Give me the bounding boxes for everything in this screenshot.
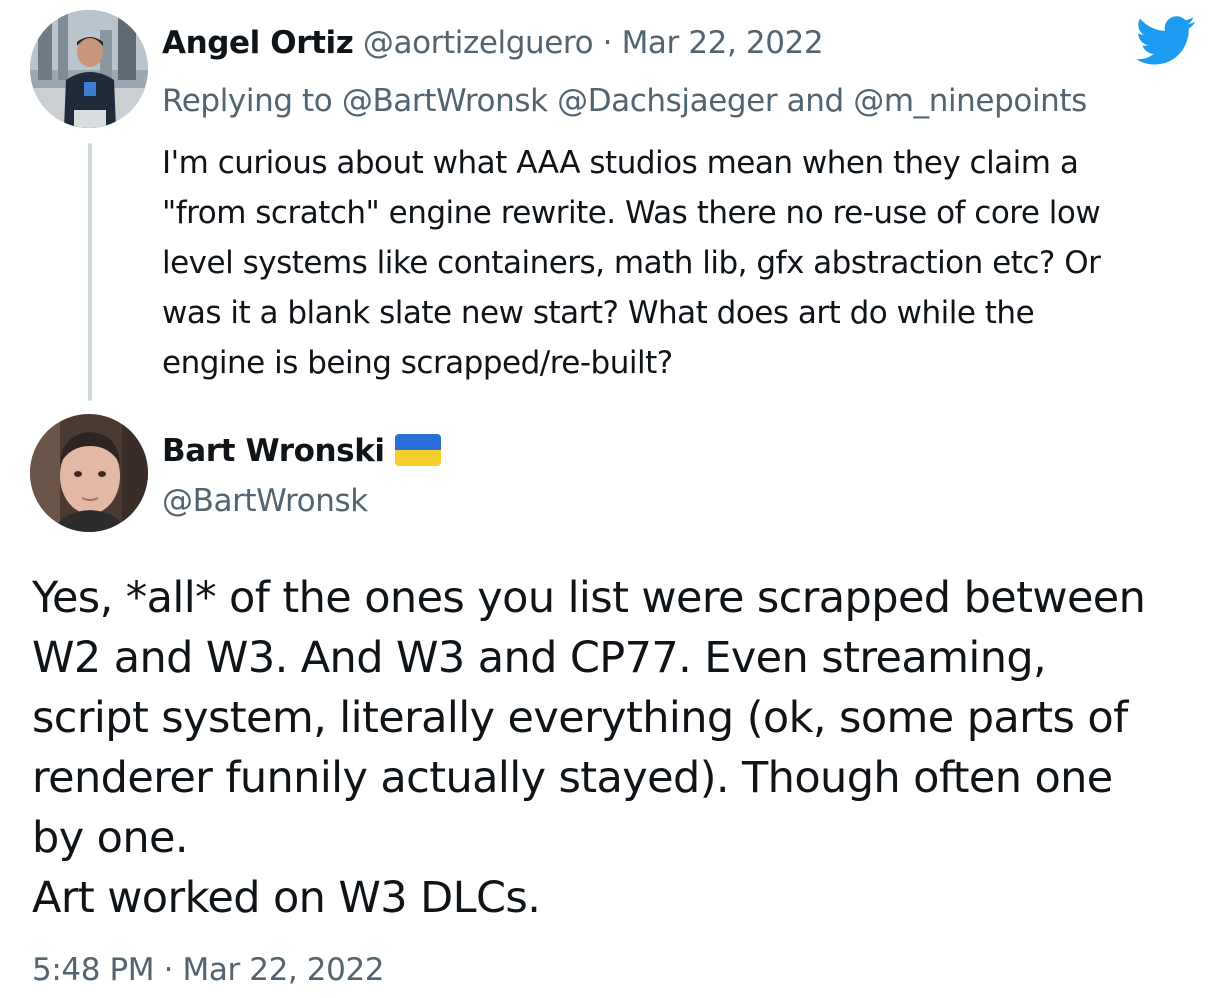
parent-tweet-date[interactable]: Mar 22, 2022 (622, 25, 824, 61)
parent-author-handle[interactable]: @aortizelguero (363, 25, 594, 61)
avatar-image-icon (30, 414, 148, 532)
replying-prefix: Replying to (162, 83, 333, 119)
main-tweet-text: Yes, *all* of the ones you list were scr… (32, 568, 1207, 928)
angel-ortiz-avatar[interactable] (30, 10, 148, 128)
main-text-line: by one. (32, 813, 189, 863)
main-text-line: script system, literally everything (ok,… (32, 693, 1128, 743)
avatar-image-icon (30, 10, 148, 128)
main-text-line: W2 and W3. And W3 and CP77. Even streami… (32, 633, 1047, 683)
main-text-line: Art worked on W3 DLCs. (32, 873, 541, 923)
thread-connector-line (88, 143, 92, 401)
main-author-name[interactable]: Bart Wronski (162, 433, 385, 469)
replying-targets[interactable]: @BartWronsk @Dachsjaeger and @m_ninepoin… (342, 83, 1087, 119)
main-tweet-timestamp[interactable]: 5:48 PM · Mar 22, 2022 (32, 948, 385, 992)
tweet-screenshot: Angel Ortiz @aortizelguero · Mar 22, 202… (0, 0, 1222, 998)
parent-text-line: I'm curious about what AAA studios mean … (162, 145, 1079, 181)
parent-text-line: level systems like containers, math lib,… (162, 245, 1101, 281)
tweet-time: 5:48 PM (32, 952, 155, 988)
ukraine-flag-icon (394, 433, 441, 466)
parent-text-line: engine is being scrapped/re-built? (162, 345, 673, 381)
replying-to-line: Replying to @BartWronsk @Dachsjaeger and… (162, 80, 1087, 122)
parent-text-line: was it a blank slate new start? What doe… (162, 295, 1035, 331)
parent-tweet-text: I'm curious about what AAA studios mean … (162, 138, 1202, 388)
parent-author-name[interactable]: Angel Ortiz (162, 25, 354, 61)
main-author-handle[interactable]: @BartWronsk (162, 480, 368, 522)
main-author-name-row: Bart Wronski (162, 430, 441, 472)
parent-text-line: "from scratch" engine rewrite. Was there… (162, 195, 1101, 231)
parent-header-separator: · (602, 25, 613, 61)
bart-wronski-avatar[interactable] (30, 414, 148, 532)
main-text-line: Yes, *all* of the ones you list were scr… (32, 573, 1146, 623)
main-text-line: renderer funnily actually stayed). Thoug… (32, 753, 1113, 803)
parent-tweet-header: Angel Ortiz @aortizelguero · Mar 22, 202… (162, 22, 824, 64)
tweet-date: Mar 22, 2022 (182, 952, 385, 988)
timestamp-separator: · (163, 952, 174, 988)
twitter-bird-icon[interactable] (1136, 16, 1196, 66)
